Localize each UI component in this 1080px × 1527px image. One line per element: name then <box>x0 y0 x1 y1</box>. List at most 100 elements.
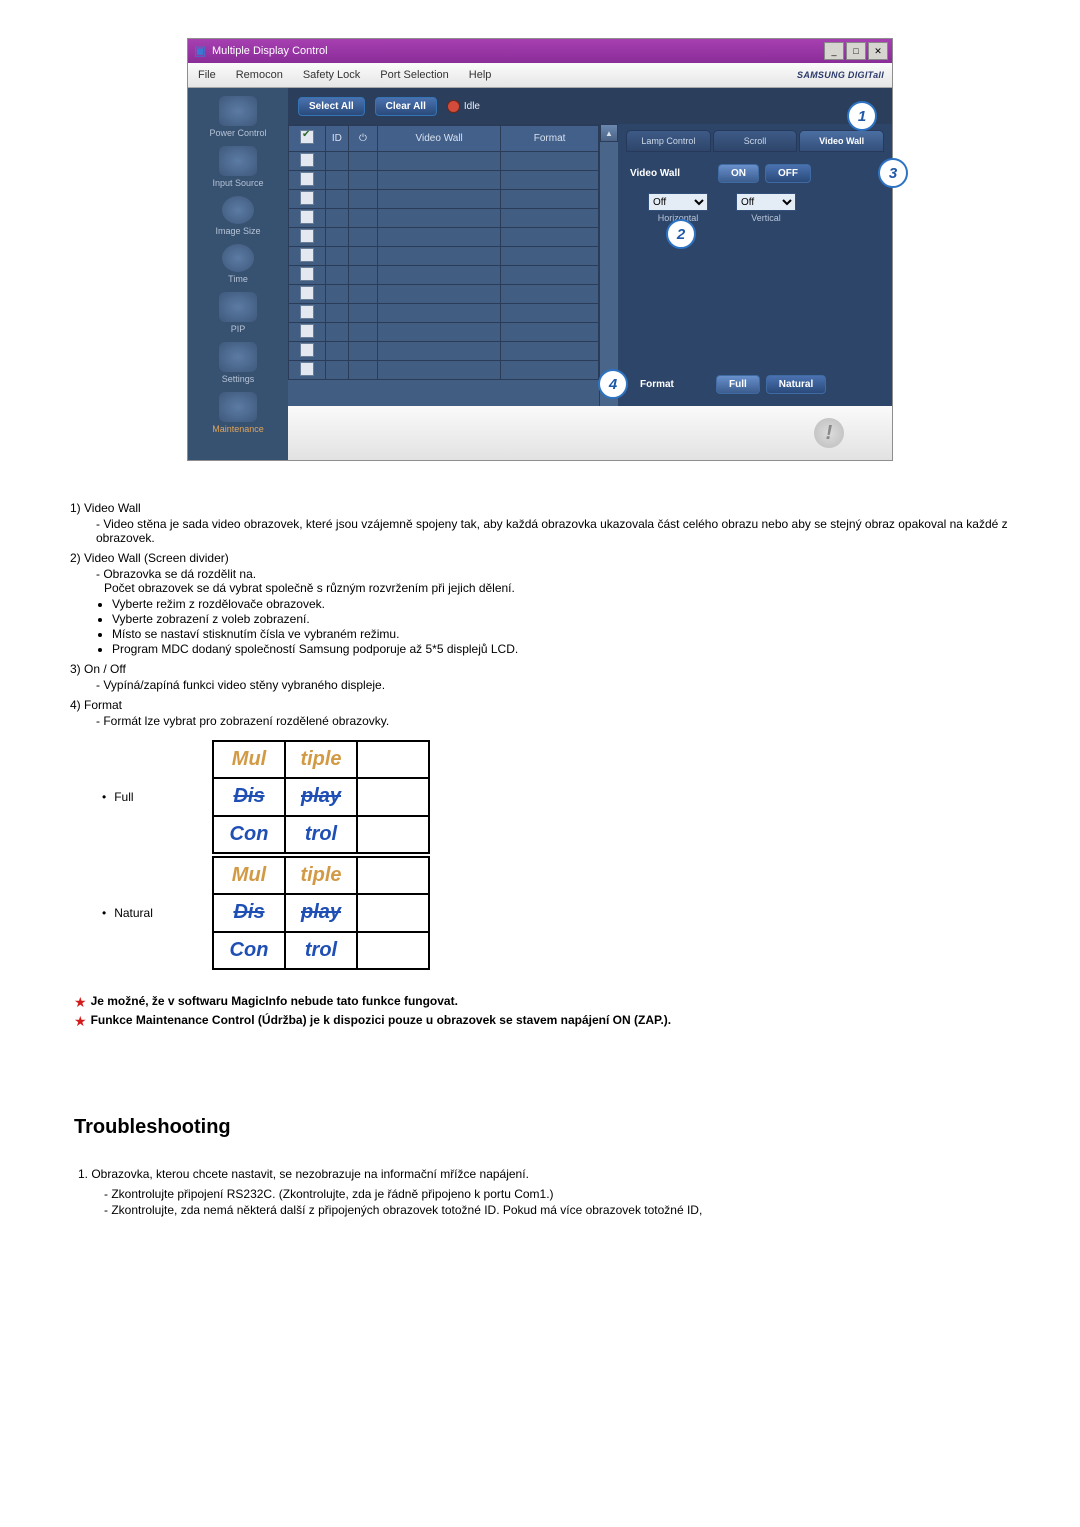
table-row[interactable] <box>289 342 599 361</box>
checkbox-icon[interactable] <box>300 191 314 205</box>
col-id[interactable]: ID <box>325 126 348 152</box>
table-row[interactable] <box>289 171 599 190</box>
divider-row: Off Horizontal Off Vertical 2 <box>626 189 884 227</box>
item-4-desc: - Formát lze vybrat pro zobrazení rozděl… <box>70 714 1010 728</box>
ts-item-1b: - Zkontrolujte, zda nemá některá další z… <box>78 1203 1010 1217</box>
menu-file[interactable]: File <box>188 69 226 81</box>
vertical-select[interactable]: Off <box>736 193 796 211</box>
checkbox-icon[interactable] <box>300 153 314 167</box>
natural-tile: Multiple Display Control <box>212 856 430 970</box>
col-format[interactable]: Format <box>501 126 599 152</box>
bullet: Program MDC dodaný společností Samsung p… <box>112 642 1010 656</box>
idle-indicator: Idle <box>447 100 480 113</box>
clear-all-button[interactable]: Clear All <box>375 97 437 116</box>
checkbox-icon[interactable] <box>300 324 314 338</box>
sidebar-pip[interactable]: PIP <box>219 290 257 340</box>
item-4-title: 4) Format <box>70 698 1010 712</box>
maximize-button[interactable]: □ <box>846 42 866 60</box>
videowall-on-button[interactable]: ON <box>718 164 759 183</box>
sidebar-maintenance[interactable]: Maintenance <box>212 390 264 440</box>
scrollbar[interactable]: ▲ <box>599 124 618 406</box>
menu-port-selection[interactable]: Port Selection <box>370 69 458 81</box>
sidebar-input-source[interactable]: Input Source <box>212 144 263 194</box>
menu-help[interactable]: Help <box>459 69 502 81</box>
item-2-bullets: Vyberte režim z rozdělovače obrazovek. V… <box>112 597 1010 656</box>
minimize-button[interactable]: _ <box>824 42 844 60</box>
callout-4: 4 <box>598 369 628 399</box>
table-row[interactable] <box>289 209 599 228</box>
format-label: Format <box>640 379 710 390</box>
full-tile: Multiple Display Control <box>212 740 430 854</box>
ts-item-1a: - Zkontrolujte připojení RS232C. (Zkontr… <box>78 1187 1010 1201</box>
format-natural-label: Natural <box>88 906 212 920</box>
format-row: 4 Format Full Natural <box>626 369 884 400</box>
col-power-icon[interactable]: ⏻ <box>348 126 377 152</box>
videowall-off-button[interactable]: OFF <box>765 164 811 183</box>
bullet: Místo se nastaví stisknutím čísla ve vyb… <box>112 627 1010 641</box>
close-button[interactable]: ✕ <box>868 42 888 60</box>
checkbox-icon[interactable] <box>300 130 314 144</box>
bullet: Vyberte zobrazení z voleb zobrazení. <box>112 612 1010 626</box>
checkbox-icon[interactable] <box>300 343 314 357</box>
sidebar-settings[interactable]: Settings <box>219 340 257 390</box>
menu-remocon[interactable]: Remocon <box>226 69 293 81</box>
checkbox-icon[interactable] <box>300 248 314 262</box>
table-row[interactable] <box>289 304 599 323</box>
toolbar: Select All Clear All Idle <box>288 88 892 124</box>
format-natural-button[interactable]: Natural <box>766 375 826 394</box>
sidebar-power-control[interactable]: Power Control <box>209 94 266 144</box>
format-full-button[interactable]: Full <box>716 375 760 394</box>
note-2: Funkce Maintenance Control (Údržba) je k… <box>91 1013 672 1027</box>
checkbox-icon[interactable] <box>300 362 314 376</box>
ts-item-1: 1. Obrazovka, kterou chcete nastavit, se… <box>78 1167 1010 1181</box>
callout-2: 2 <box>666 219 696 249</box>
col-video-wall[interactable]: Video Wall <box>378 126 501 152</box>
footnotes: ★ Je možné, že v softwaru MagicInfo nebud… <box>74 994 1010 1030</box>
callout-1: 1 <box>847 101 877 131</box>
star-icon: ★ <box>74 1013 87 1030</box>
tab-scroll[interactable]: Scroll <box>713 130 798 152</box>
statusbar: ! <box>288 406 892 460</box>
select-all-button[interactable]: Select All <box>298 97 365 116</box>
table-row[interactable] <box>289 266 599 285</box>
sidebar-image-size[interactable]: Image Size <box>215 194 260 242</box>
table-row[interactable] <box>289 228 599 247</box>
table-row[interactable] <box>289 361 599 380</box>
troubleshooting-heading: Troubleshooting <box>74 1116 1010 1139</box>
checkbox-icon[interactable] <box>300 286 314 300</box>
checkbox-icon[interactable] <box>300 210 314 224</box>
brand-label: SAMSUNG DIGITall <box>797 70 892 80</box>
warning-icon[interactable]: ! <box>814 418 844 448</box>
table-row[interactable] <box>289 285 599 304</box>
checkbox-icon[interactable] <box>300 229 314 243</box>
window-title: Multiple Display Control <box>208 45 824 57</box>
scroll-up-icon[interactable]: ▲ <box>600 124 618 142</box>
videowall-row: Video Wall ON OFF 3 <box>626 158 884 189</box>
checkbox-icon[interactable] <box>300 172 314 186</box>
table-row[interactable] <box>289 190 599 209</box>
menu-safety-lock[interactable]: Safety Lock <box>293 69 370 81</box>
item-2-title: 2) Video Wall (Screen divider) <box>70 551 1010 565</box>
table-row[interactable] <box>289 152 599 171</box>
tab-lamp-control[interactable]: Lamp Control <box>626 130 711 152</box>
table-row[interactable] <box>289 323 599 342</box>
item-2-sub2: Počet obrazovek se dá vybrat společně s … <box>70 581 1010 595</box>
item-1-desc: - Video stěna je sada video obrazovek, k… <box>70 517 1010 545</box>
menubar: File Remocon Safety Lock Port Selection … <box>188 63 892 88</box>
table-row[interactable] <box>289 247 599 266</box>
device-grid: ID ⏻ Video Wall Format <box>288 124 599 406</box>
star-icon: ★ <box>74 994 87 1011</box>
horizontal-select[interactable]: Off <box>648 193 708 211</box>
note-1: Je možné, že v softwaru MagicInfo nebude… <box>91 994 458 1008</box>
checkbox-icon[interactable] <box>300 305 314 319</box>
sidebar: Power Control Input Source Image Size Ti… <box>188 88 288 460</box>
item-3-title: 3) On / Off <box>70 662 1010 676</box>
col-check[interactable] <box>289 126 326 152</box>
checkbox-icon[interactable] <box>300 267 314 281</box>
format-examples: Full Multiple Display Control Natural Mu… <box>88 740 1010 970</box>
tab-video-wall[interactable]: Video Wall 1 <box>799 130 884 152</box>
videowall-label: Video Wall <box>630 168 712 179</box>
format-full-label: Full <box>88 790 212 804</box>
scroll-track[interactable] <box>600 142 618 406</box>
sidebar-time[interactable]: Time <box>222 242 254 290</box>
